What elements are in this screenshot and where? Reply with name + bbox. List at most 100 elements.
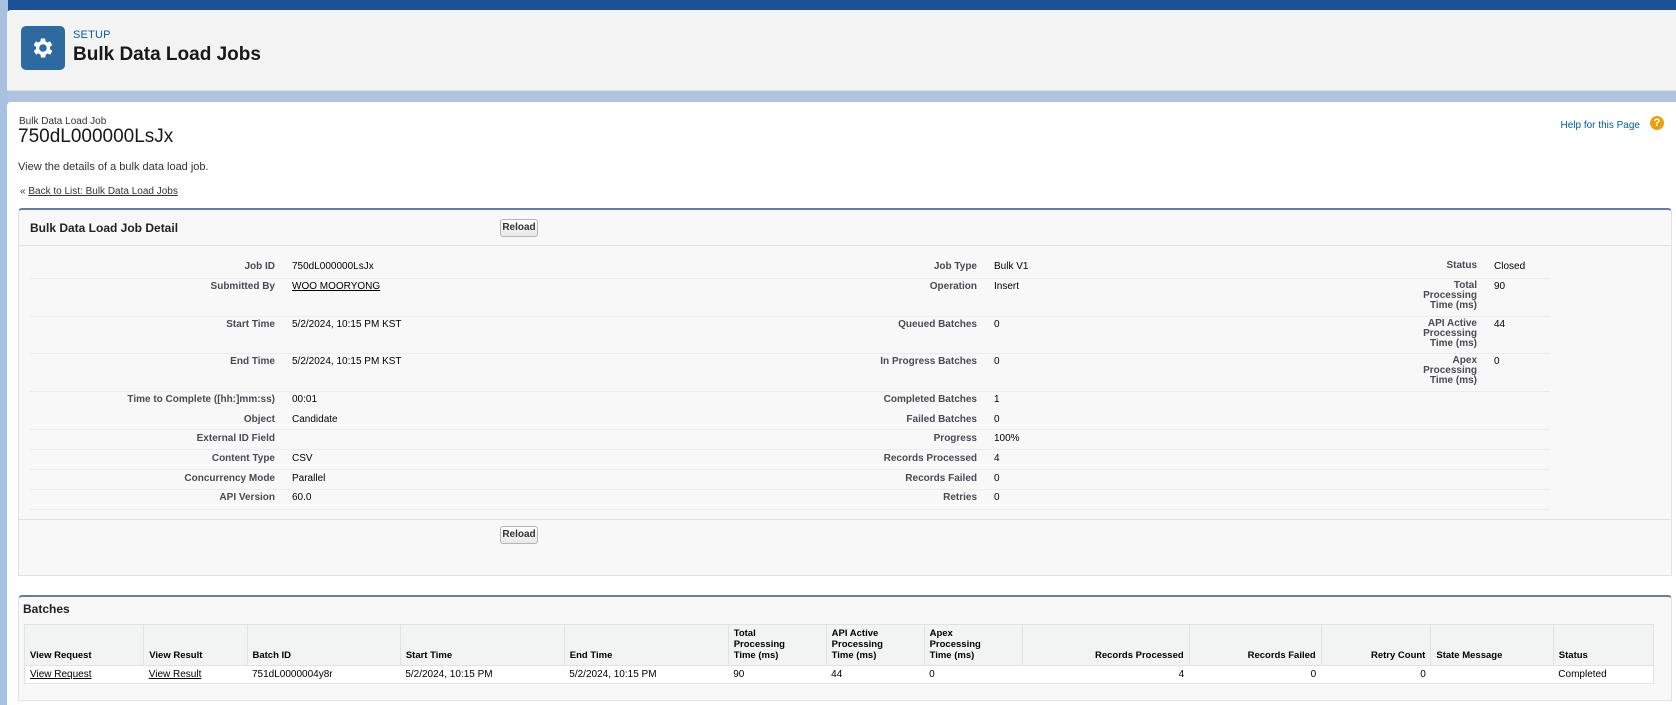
batch-cell: 0 (1321, 665, 1431, 684)
field-label: Status (1349, 261, 1477, 271)
field-value: Parallel (292, 473, 326, 484)
batch-cell: View Request (24, 665, 144, 684)
field-label: Failed Batches (906, 414, 977, 425)
field-value: 90 (1494, 281, 1506, 292)
field-label: Content Type (211, 453, 275, 464)
batch-cell: 0 (924, 665, 1023, 684)
batch-cell: 5/2/2024, 10:15 PM (400, 665, 565, 684)
column-header-line: Time (ms) (929, 650, 975, 661)
field-value: 0 (994, 356, 1000, 367)
field-label: End Time (230, 356, 275, 367)
batches-section: Batches View Request View Result Batch ID S… (18, 595, 1672, 701)
field-value: 1 (994, 394, 1000, 405)
column-header: Records Processed (1021, 624, 1190, 666)
field-value: 0 (994, 492, 1000, 503)
field-label: Time to Complete ([hh:]mm:ss) (127, 394, 275, 405)
column-header-line: State Message (1436, 650, 1503, 661)
field-value: 60.0 (292, 492, 312, 503)
back-to-list-link[interactable]: Back to List: Bulk Data Load Jobs (28, 186, 178, 197)
header-section-label: SETUP (73, 29, 111, 41)
column-header-line: Time (ms) (831, 650, 877, 661)
field-value: 00:01 (292, 394, 318, 405)
column-header-line: Total (733, 628, 756, 639)
field-value: 100% (994, 433, 1020, 444)
job-detail-section: Bulk Data Load Job Detail Reload Job ID 7… (18, 208, 1672, 576)
detail-row-divider (30, 278, 1550, 279)
field-value: 5/2/2024, 10:15 PM KST (292, 319, 402, 330)
field-label: Object (243, 414, 275, 425)
batches-header-row: View Request View Result Batch ID Start Tim… (23, 624, 1655, 666)
field-label-line: Time (ms) (1429, 300, 1477, 311)
column-header-line: Retry Count (1370, 650, 1426, 661)
field-label: Completed Batches (883, 394, 977, 405)
column-header-line: API Active (831, 628, 879, 639)
field-value: 44 (1494, 319, 1506, 330)
field-value: 0 (994, 414, 1000, 425)
column-header-line: Processing (831, 639, 883, 650)
help-icon[interactable]: ? (1650, 116, 1664, 130)
detail-row-divider (30, 509, 1550, 510)
detail-footer-divider (19, 519, 1671, 520)
column-header: Start Time (399, 624, 565, 666)
page-header: SETUP Bulk Data Load Jobs (7, 10, 1676, 91)
field-value: 0 (994, 473, 1000, 484)
field-label: Operation (929, 281, 977, 292)
field-label-line: Status (1446, 260, 1477, 271)
reload-button-top[interactable]: Reload (500, 219, 538, 237)
column-header-line: Records Processed (1094, 650, 1184, 661)
field-label: In Progress Batches (880, 356, 977, 367)
field-value: Candidate (292, 414, 338, 425)
batch-cell: 0 (1189, 665, 1322, 684)
field-label-line: Time (ms) (1429, 338, 1477, 349)
column-header-line: Batch ID (252, 650, 292, 661)
field-value: 4 (994, 453, 1000, 464)
field-label: Job Type (933, 261, 977, 272)
view-result-link[interactable]: View Result (149, 669, 202, 680)
field-label: Apex Processing Time (ms) (1349, 356, 1477, 386)
field-label: API Version (219, 492, 275, 503)
field-value: 750dL000000LsJx (292, 261, 374, 272)
detail-header-divider (19, 245, 1671, 246)
page-title: 750dL000000LsJx (18, 126, 174, 147)
column-header-line: View Result (149, 650, 203, 661)
field-label: Submitted By (210, 281, 275, 292)
field-label: Concurrency Mode (184, 473, 275, 484)
detail-row-divider (30, 429, 1550, 430)
column-header: View Request (23, 624, 145, 666)
batch-cell: 4 (1022, 665, 1190, 684)
column-header-line: Status (1558, 650, 1588, 661)
main-content: Bulk Data Load Job 750dL000000LsJx Help … (7, 102, 1676, 705)
field-value: Insert (994, 281, 1020, 292)
column-header: API Active Processing Time (ms) (825, 624, 925, 666)
column-header-line: View Request (30, 650, 92, 661)
field-label: Queued Batches (898, 319, 977, 330)
column-header: View Result (143, 624, 248, 666)
breadcrumb: « Back to List: Bulk Data Load Jobs (20, 186, 178, 197)
help-link[interactable]: Help for this Page (1561, 120, 1641, 131)
column-header: Retry Count (1320, 624, 1432, 666)
field-label: Records Processed (883, 453, 977, 464)
column-header-line: End Time (569, 650, 613, 661)
column-header-line: Processing (929, 639, 981, 650)
field-label: External ID Field (196, 433, 275, 444)
reload-button-bottom[interactable]: Reload (500, 526, 538, 544)
submitted-by-link[interactable]: WOO MOORYONG (292, 281, 380, 292)
column-header: Batch ID (246, 624, 401, 666)
field-label: Records Failed (905, 473, 977, 484)
detail-row-divider (30, 489, 1550, 490)
field-value: 0 (994, 319, 1000, 330)
field-value: 0 (1494, 356, 1500, 367)
column-header-line: Processing (733, 639, 785, 650)
back-arrow: « (20, 186, 26, 197)
view-request-link[interactable]: View Request (30, 669, 92, 680)
batch-cell: 44 (826, 665, 925, 684)
column-header: Records Failed (1188, 624, 1322, 666)
field-value: CSV (292, 453, 313, 464)
batch-cell (1430, 665, 1554, 684)
detail-row-divider (30, 316, 1550, 317)
batches-title: Batches (23, 602, 70, 616)
field-label: Total Processing Time (ms) (1349, 281, 1477, 311)
field-label: Start Time (226, 319, 275, 330)
column-header-line: Time (ms) (733, 650, 779, 661)
field-value: Closed (1494, 261, 1526, 272)
